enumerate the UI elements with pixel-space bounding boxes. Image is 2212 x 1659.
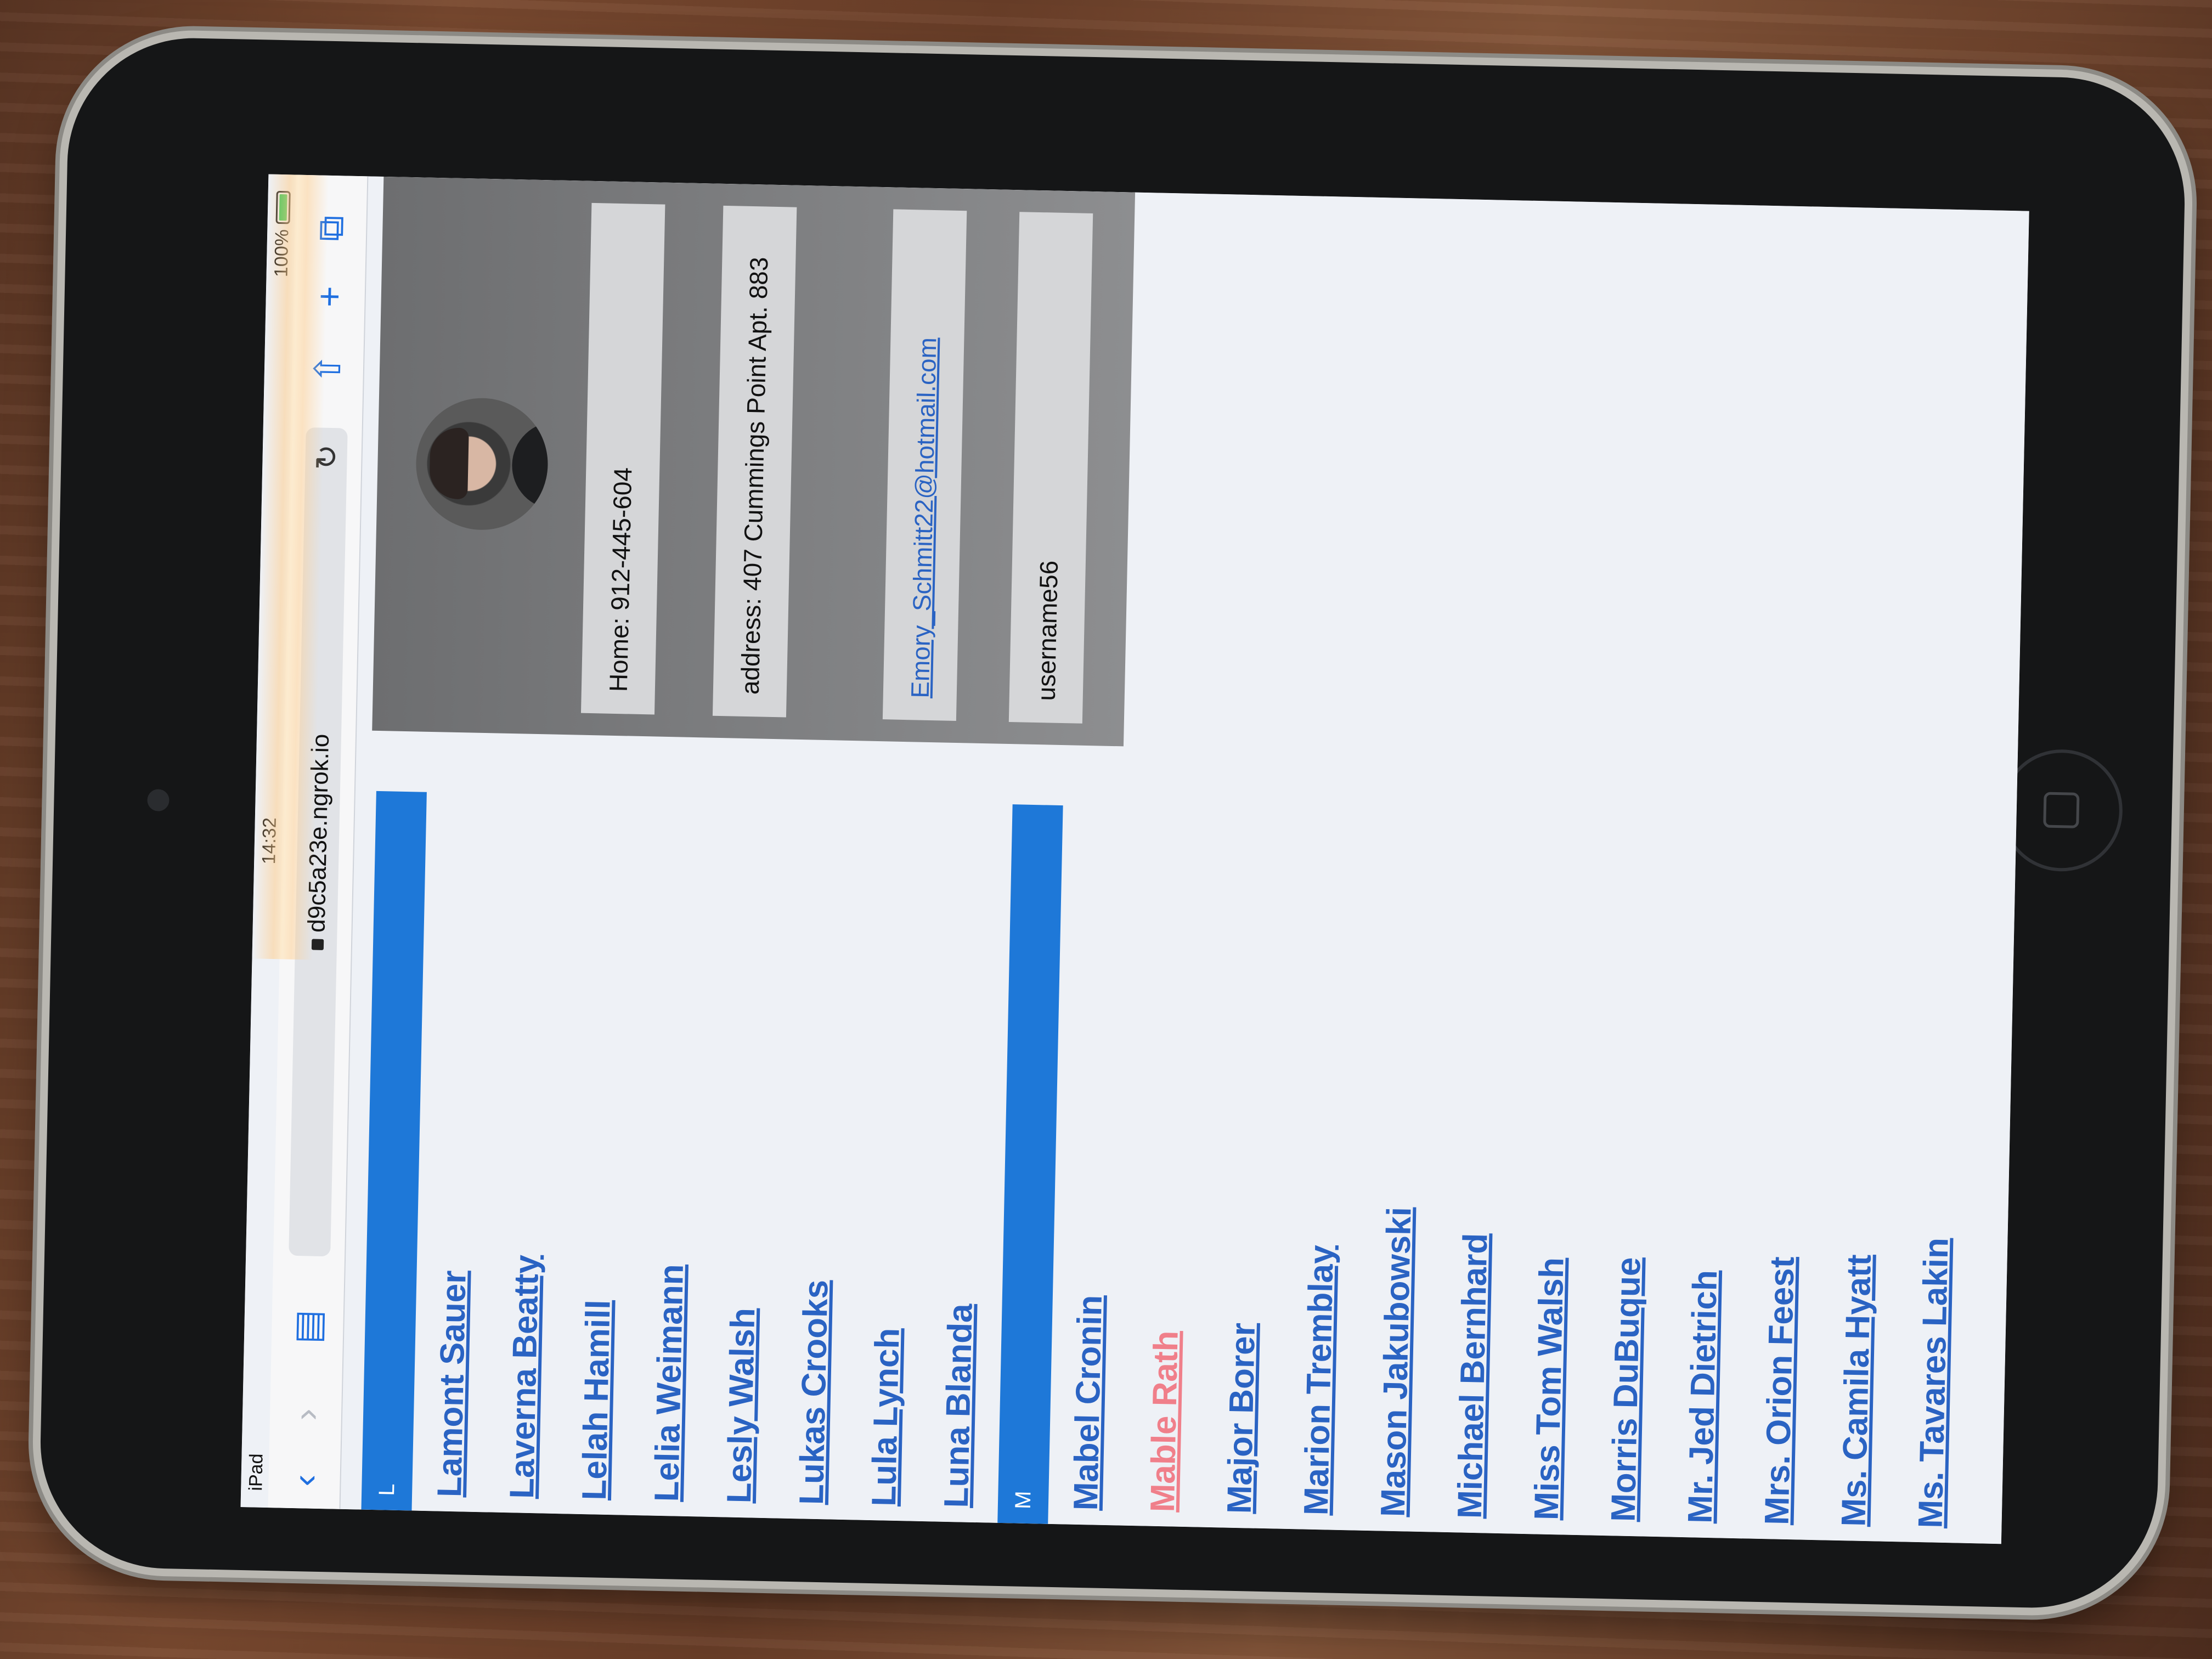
contact-link[interactable]: Laverna Beatty	[503, 1255, 546, 1499]
ipad-device: iPad 14:32 100% ‹ › ▤ d9c5a23e.ngrok.io …	[38, 35, 2187, 1611]
contact-link[interactable]: Michael Bernhard	[1451, 1233, 1496, 1519]
contact-link[interactable]: Lesly Walsh	[720, 1307, 763, 1503]
contact-link[interactable]: Marion Tremblay	[1297, 1245, 1341, 1516]
contact-link[interactable]: Lamont Sauer	[430, 1270, 474, 1498]
contact-detail-card: Home: 912-445-604 address: 407 Cummings …	[372, 176, 1136, 747]
email-link[interactable]: Emory_Schmitt22@hotmail.com	[882, 209, 967, 721]
contact-link[interactable]: Lula Lynch	[865, 1328, 907, 1506]
avatar	[414, 397, 549, 532]
section-header-l: L	[361, 791, 427, 1511]
url-text: d9c5a23e.ngrok.io	[303, 733, 335, 933]
battery-percent: 100%	[270, 229, 293, 278]
contact-link[interactable]: Luna Blanda	[937, 1304, 980, 1508]
screen-content: iPad 14:32 100% ‹ › ▤ d9c5a23e.ngrok.io …	[240, 174, 2029, 1544]
contact-link[interactable]: Lukas Crooks	[792, 1279, 836, 1505]
address-bar[interactable]: d9c5a23e.ngrok.io ↻	[289, 427, 348, 1257]
contact-link[interactable]: Mr. Jed Dietrich	[1681, 1269, 1725, 1523]
home-button[interactable]	[1999, 748, 2124, 873]
battery-icon	[275, 190, 291, 224]
book-icon[interactable]: ▤	[287, 1309, 328, 1344]
contact-link[interactable]: Ms. Camila Hyatt	[1834, 1254, 1878, 1527]
phone-field: Home: 912-445-604	[580, 202, 665, 715]
contact-link[interactable]: Mabel Cronin	[1066, 1295, 1110, 1511]
home-button-icon	[2043, 792, 2080, 828]
section-header-m: M	[997, 804, 1063, 1524]
contact-link[interactable]: Mrs. Orion Feest	[1757, 1256, 1802, 1526]
ipad-screen: iPad 14:32 100% ‹ › ▤ d9c5a23e.ngrok.io …	[240, 174, 2029, 1544]
username-field: username56	[1008, 212, 1093, 724]
battery-indicator: 100%	[270, 190, 294, 278]
address-field: address: 407 Cummings Point Apt. 883	[712, 205, 797, 718]
contact-link[interactable]: Ms. Tavares Lakin	[1911, 1237, 1956, 1528]
contact-link[interactable]: Lelah Hamill	[575, 1300, 618, 1501]
contacts-page: L Lamont Sauer Laverna Beatty Lelah Hami…	[339, 176, 2029, 1544]
chevron-right-icon[interactable]: ›	[285, 1408, 326, 1421]
contact-link[interactable]: Mason Jakubowski	[1374, 1206, 1419, 1517]
contact-link[interactable]: Lelia Weimann	[647, 1264, 691, 1502]
chevron-left-icon[interactable]: ‹	[284, 1474, 324, 1487]
contact-link[interactable]: Major Borer	[1220, 1322, 1263, 1514]
plus-icon[interactable]: +	[308, 286, 349, 308]
share-icon[interactable]: ⇧	[307, 353, 348, 385]
reload-icon[interactable]: ↻	[308, 444, 345, 470]
front-camera	[147, 789, 170, 811]
contact-link[interactable]: Mable Rath	[1143, 1330, 1186, 1513]
tabs-icon[interactable]: ⧉	[310, 215, 351, 242]
contact-link[interactable]: Miss Tom Walsh	[1527, 1257, 1572, 1520]
contact-link[interactable]: Morris DuBuque	[1604, 1257, 1649, 1522]
lock-icon	[312, 939, 324, 950]
